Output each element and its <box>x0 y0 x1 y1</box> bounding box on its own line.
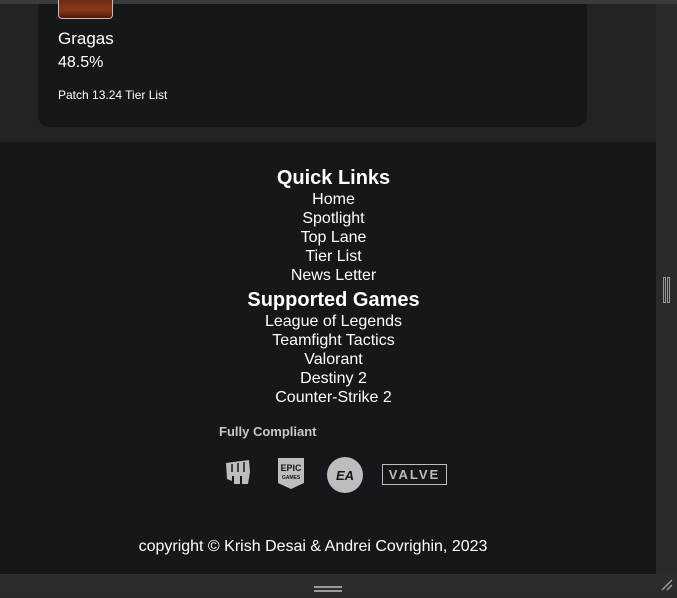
footer-link-tier-list[interactable]: Tier List <box>0 247 667 266</box>
footer-link-home[interactable]: Home <box>0 190 667 209</box>
champion-portrait <box>58 0 113 19</box>
valve-logo-text: VALVE <box>389 467 440 482</box>
valve-logo-icon: VALVE <box>382 464 447 485</box>
copyright-text: copyright © Krish Desai & Andrei Covrigh… <box>138 538 488 555</box>
footer-game-destiny-2[interactable]: Destiny 2 <box>0 369 667 388</box>
patch-tier-list-link[interactable]: Patch 13.24 Tier List <box>58 88 168 102</box>
footer-game-league-of-legends[interactable]: League of Legends <box>0 312 667 331</box>
vertical-scroll-grip-icon[interactable] <box>663 277 670 303</box>
riot-fist-icon <box>222 457 254 489</box>
horizontal-scroll-grip-icon[interactable] <box>314 580 342 592</box>
epic-games-logo-icon: EPIC GAMES <box>276 456 306 491</box>
footer-game-counter-strike-2[interactable]: Counter-Strike 2 <box>0 388 667 407</box>
supported-games-section: Supported Games League of Legends Teamfi… <box>0 289 667 407</box>
compliance-label: Fully Compliant <box>219 424 317 439</box>
footer-link-top-lane[interactable]: Top Lane <box>0 228 667 247</box>
epic-logo-text-bottom: GAMES <box>282 475 301 481</box>
ea-logo-text: EA <box>336 468 354 483</box>
footer-link-news-letter[interactable]: News Letter <box>0 266 667 285</box>
footer-game-valorant[interactable]: Valorant <box>0 350 667 369</box>
supported-games-heading: Supported Games <box>247 289 420 311</box>
champion-name: Gragas <box>58 29 114 48</box>
champion-card[interactable]: Gragas 48.5% Patch 13.24 Tier List <box>38 0 587 127</box>
footer-game-teamfight-tactics[interactable]: Teamfight Tactics <box>0 331 667 350</box>
footer: Quick Links Home Spotlight Top Lane Tier… <box>0 142 656 574</box>
footer-link-spotlight[interactable]: Spotlight <box>0 209 667 228</box>
epic-logo-text-top: EPIC <box>280 463 302 473</box>
ea-logo-icon: EA <box>326 456 364 494</box>
quick-links-heading: Quick Links <box>276 167 391 189</box>
upper-section: Gragas 48.5% Patch 13.24 Tier List <box>0 0 656 142</box>
champion-win-rate: 48.5% <box>58 54 104 71</box>
resize-handle-icon[interactable] <box>659 577 673 591</box>
quick-links-section: Quick Links Home Spotlight Top Lane Tier… <box>0 167 667 285</box>
